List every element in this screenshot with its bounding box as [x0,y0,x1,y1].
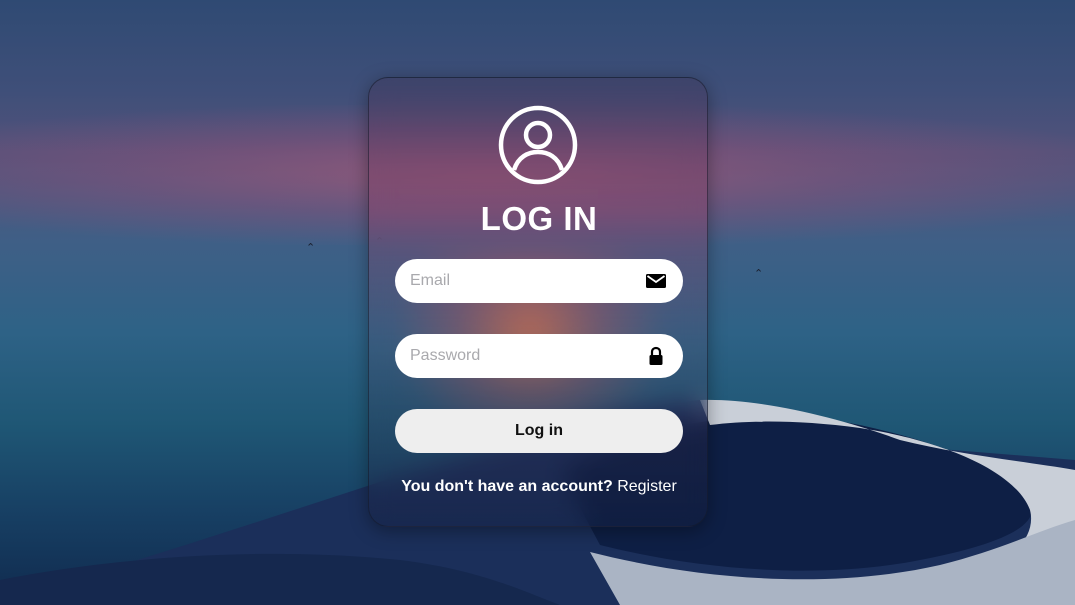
register-link[interactable]: Register [617,478,677,495]
login-card: LOG IN Log in You don't have an account?… [368,77,708,527]
lock-icon [649,346,663,365]
register-prompt-text: You don't have an account? [401,478,613,495]
login-button[interactable]: Log in [395,409,683,453]
envelope-icon [646,274,666,288]
register-prompt: You don't have an account? Register [369,478,709,496]
user-circle-icon [498,105,578,185]
password-field-container [395,334,683,378]
email-input[interactable] [395,259,635,303]
password-input[interactable] [395,334,635,378]
page-title: LOG IN [480,200,598,237]
email-field-container [395,259,683,303]
